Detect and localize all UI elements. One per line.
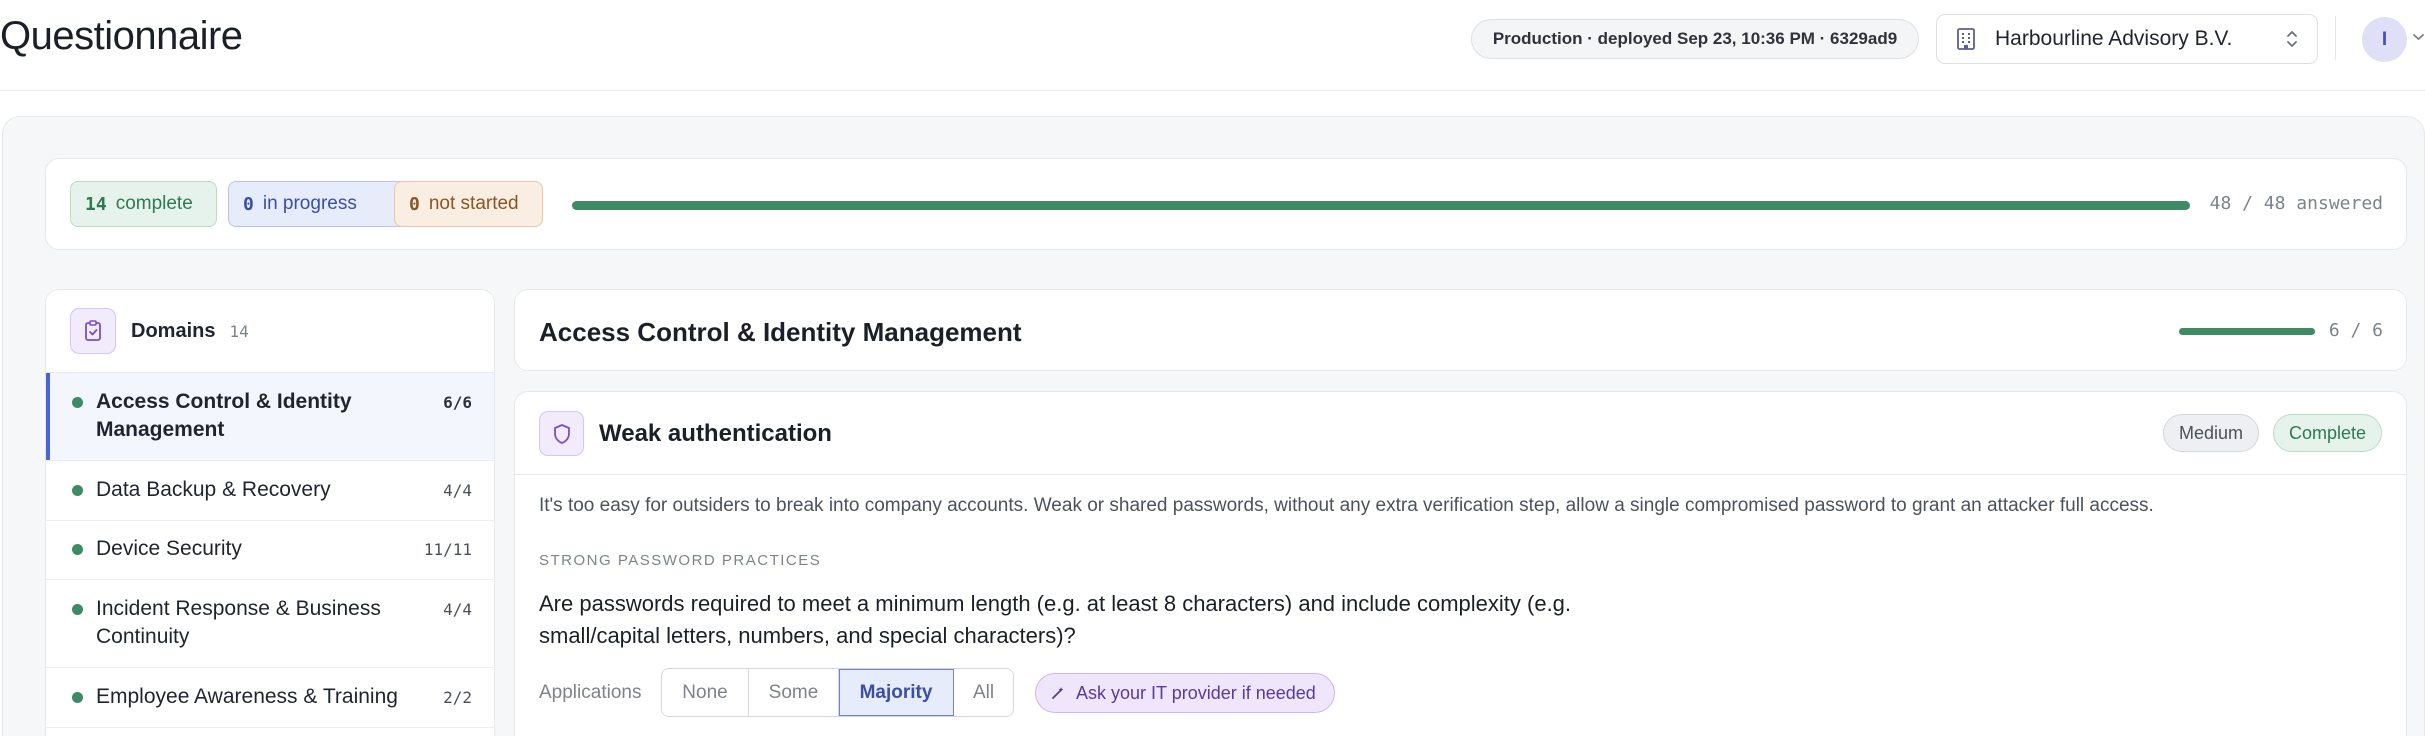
risk-header: Weak authentication Medium Complete: [515, 392, 2406, 475]
question-text: Are passwords required to meet a minimum…: [539, 591, 1572, 648]
status-badge: Complete: [2273, 414, 2382, 452]
sidebar-item-count: 4/4: [443, 481, 472, 500]
domain-progress-fill: [2179, 328, 2315, 335]
avatar[interactable]: I: [2362, 17, 2407, 62]
overall-progress-bar: [572, 201, 2190, 210]
sidebar-item-employee-awareness[interactable]: Employee Awareness & Training 2/2: [46, 668, 494, 728]
sidebar-item-count: 11/11: [423, 540, 472, 559]
risk-card: Weak authentication Medium Complete It's…: [514, 391, 2407, 736]
section-label: STRONG PASSWORD PRACTICES: [539, 552, 822, 569]
status-dot: [72, 604, 83, 615]
header-divider: [2335, 16, 2336, 60]
severity-badge: Medium: [2163, 414, 2259, 452]
sidebar-item-count: 4/4: [443, 600, 472, 619]
building-icon: [1957, 28, 1975, 50]
chevron-down-icon[interactable]: [2412, 32, 2425, 42]
status-dot: [72, 692, 83, 703]
sidebar-item-count: 6/6: [443, 393, 472, 412]
sidebar-item-count: 2/2: [443, 688, 472, 707]
chevron-updown-icon: [2287, 31, 2297, 47]
sidebar-item-label: Device Security: [96, 537, 242, 560]
status-dot: [72, 397, 83, 408]
top-header: Questionnaire Production · deployed Sep …: [0, 0, 2425, 91]
ask-it-provider-chip[interactable]: Ask your IT provider if needed: [1035, 673, 1335, 713]
domain-header: Access Control & Identity Management 6 /…: [514, 289, 2407, 371]
in-progress-label: in progress: [262, 193, 357, 214]
page-title: Questionnaire: [0, 14, 243, 58]
sidebar-item-label: Access Control & Identity Management: [96, 390, 352, 441]
status-dot: [72, 544, 83, 555]
option-none[interactable]: None: [662, 669, 749, 716]
sidebar-item-data-backup[interactable]: Data Backup & Recovery 4/4: [46, 461, 494, 521]
not-started-count: 0: [409, 193, 420, 215]
sidebar-domain-count: 14: [229, 321, 249, 341]
overall-progress-fill: [572, 201, 2190, 210]
ask-it-provider-label: Ask your IT provider if needed: [1076, 682, 1316, 703]
sidebar-header: Domains 14: [46, 290, 494, 373]
not-started-label: not started: [428, 193, 519, 214]
risk-title: Weak authentication: [599, 420, 832, 447]
sidebar-item-label: Data Backup & Recovery: [96, 478, 331, 501]
sidebar-item-incident-response[interactable]: Incident Response & Business Continuity …: [46, 580, 494, 668]
deploy-badge: Production · deployed Sep 23, 10:36 PM ·…: [1471, 19, 1919, 59]
option-all[interactable]: All: [954, 669, 1013, 716]
domain-title: Access Control & Identity Management: [539, 317, 1022, 347]
domain-progress-bar: [2179, 328, 2315, 335]
sidebar-item-device-security[interactable]: Device Security 11/11: [46, 521, 494, 580]
complete-label: complete: [115, 193, 193, 214]
sidebar-item-label: Employee Awareness & Training: [96, 685, 398, 708]
domains-sidebar: Domains 14 Access Control & Identity Man…: [45, 289, 495, 736]
scope-label: Applications: [539, 682, 642, 703]
clipboard-check-icon: [70, 308, 116, 354]
sidebar-title: Domains: [131, 319, 216, 342]
shield-icon: [539, 411, 584, 456]
wand-icon: [1052, 687, 1064, 699]
option-majority[interactable]: Majority: [839, 669, 954, 716]
in-progress-count: 0: [243, 193, 254, 215]
not-started-count-pill: 0 not started: [394, 181, 543, 227]
complete-count-pill: 14 complete: [70, 181, 217, 227]
sidebar-item-access-control[interactable]: Access Control & Identity Management 6/6: [46, 373, 494, 461]
answered-count: 48 / 48 answered: [2209, 193, 2383, 214]
complete-count: 14: [85, 193, 107, 215]
risk-description: It's too easy for outsiders to break int…: [539, 495, 2154, 516]
option-some[interactable]: Some: [749, 669, 839, 716]
progress-summary: 14 complete 0 in progress 0 not started …: [45, 158, 2407, 250]
sidebar-item-label: Incident Response & Business Continuity: [96, 597, 381, 648]
org-name: Harbourline Advisory B.V.: [1995, 27, 2233, 50]
status-dot: [72, 485, 83, 496]
domain-progress-count: 6 / 6: [2328, 320, 2383, 341]
answer-segmented-control: None Some Majority All: [661, 668, 1014, 717]
org-select[interactable]: Harbourline Advisory B.V.: [1936, 14, 2318, 64]
